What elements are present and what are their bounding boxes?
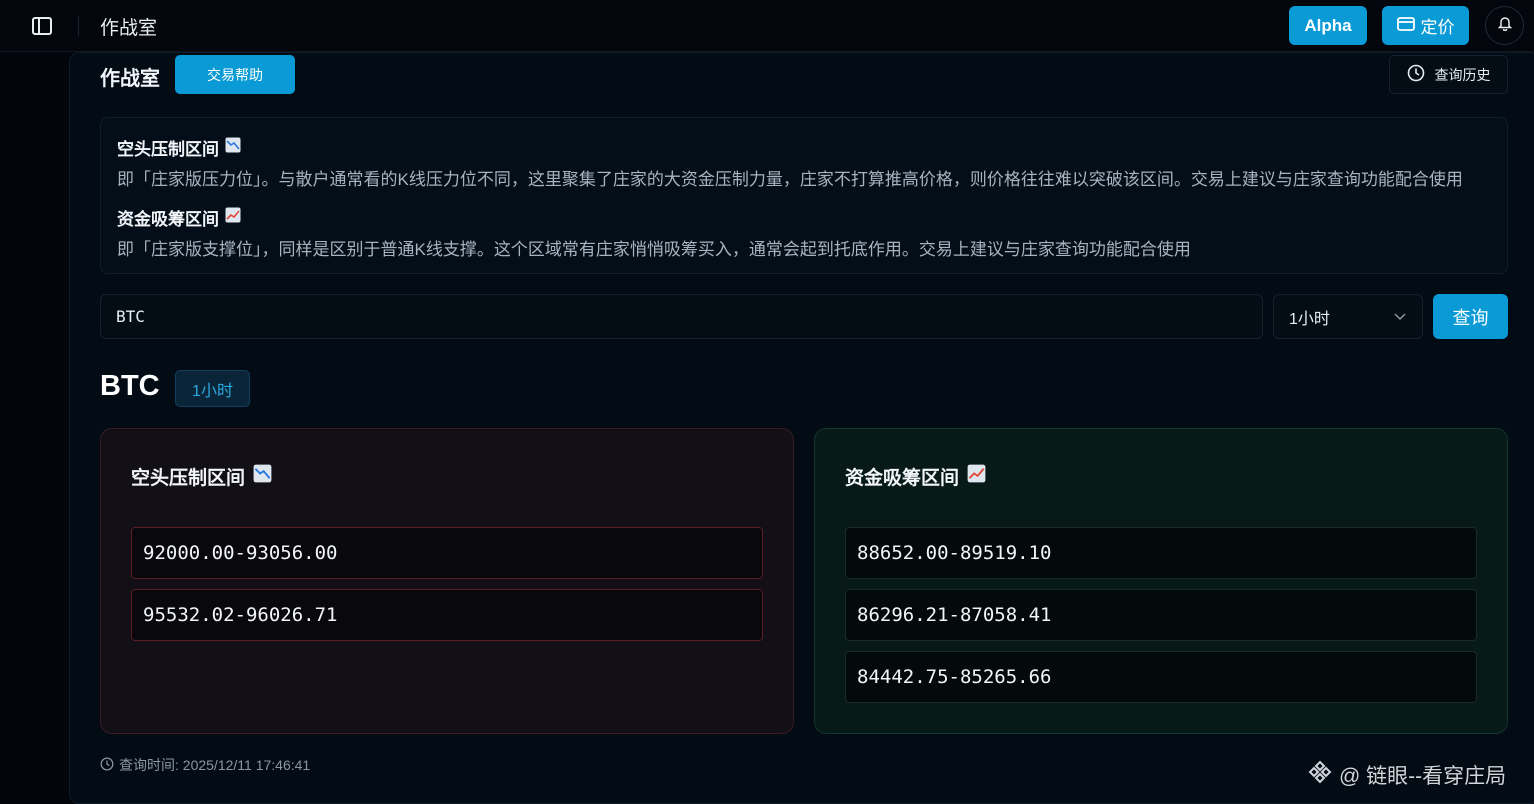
long-zone-heading: 资金吸筹区间: [117, 205, 241, 230]
result-symbol: BTC: [100, 370, 160, 402]
interval-badge: 1小时: [175, 370, 250, 407]
long-zone-card: 资金吸筹区间 88652.00-89519.10 86296.21-87058.…: [814, 428, 1508, 734]
query-time-text: 查询时间: 2025/12/11 17:46:41: [119, 757, 311, 773]
topbar-divider: [78, 16, 79, 36]
top-bar: 作战室 Alpha 定价: [0, 0, 1534, 52]
interval-value: 1小时: [1289, 310, 1330, 328]
history-label: 查询历史: [1434, 66, 1491, 83]
short-zone-item: 95532.02-96026.71: [131, 589, 763, 641]
notification-button[interactable]: [1485, 6, 1524, 45]
pricing-label: 定价: [1420, 18, 1455, 37]
short-zone-card: 空头压制区间 92000.00-93056.00 95532.02-96026.…: [100, 428, 794, 734]
clock-icon: [1407, 64, 1425, 85]
chart-down-icon: [253, 464, 272, 489]
long-zone-item: 88652.00-89519.10: [845, 527, 1477, 579]
trading-help-button[interactable]: 交易帮助: [175, 55, 295, 94]
watermark: @ 链眼--看穿庄局: [1307, 759, 1506, 791]
long-zone-title: 资金吸筹区间: [845, 463, 986, 490]
alpha-button[interactable]: Alpha: [1289, 6, 1367, 45]
long-zone-description: 即「庄家版支撑位」，同样是区别于普通K线支撑。这个区域常有庄家悄悄吸筹买入，通常…: [117, 240, 1191, 259]
query-button[interactable]: 查询: [1433, 294, 1508, 339]
long-zone-item: 86296.21-87058.41: [845, 589, 1477, 641]
app-title: 作战室: [100, 18, 158, 39]
clock-icon: [100, 757, 114, 774]
interval-select[interactable]: 1小时: [1273, 294, 1423, 339]
short-zone-description: 即「庄家版压力位」。与散户通常看的K线压力位不同，这里聚集了庄家的大资金压制力量…: [117, 170, 1463, 189]
info-box: 空头压制区间 即「庄家版压力位」。与散户通常看的K线压力位不同，这里聚集了庄家的…: [100, 117, 1508, 274]
chart-up-icon: [225, 207, 241, 228]
pricing-button[interactable]: 定价: [1382, 6, 1469, 45]
chevron-down-icon: [1394, 308, 1406, 326]
chart-up-icon: [967, 464, 986, 489]
query-history-button[interactable]: 查询历史: [1389, 55, 1508, 94]
card-icon: [1396, 16, 1415, 36]
short-zone-heading: 空头压制区间: [117, 135, 241, 160]
short-zone-title: 空头压制区间: [131, 463, 272, 490]
page-title: 作战室: [100, 68, 160, 90]
query-time: 查询时间: 2025/12/11 17:46:41: [100, 755, 310, 775]
binance-logo-icon: [1307, 759, 1333, 791]
chart-down-icon: [225, 137, 241, 158]
symbol-input[interactable]: [100, 294, 1263, 339]
watermark-text: @ 链眼--看穿庄局: [1339, 765, 1507, 788]
bell-icon: [1497, 16, 1512, 36]
short-zone-item: 92000.00-93056.00: [131, 527, 763, 579]
sidebar-toggle-icon[interactable]: [30, 14, 54, 38]
long-zone-item: 84442.75-85265.66: [845, 651, 1477, 703]
